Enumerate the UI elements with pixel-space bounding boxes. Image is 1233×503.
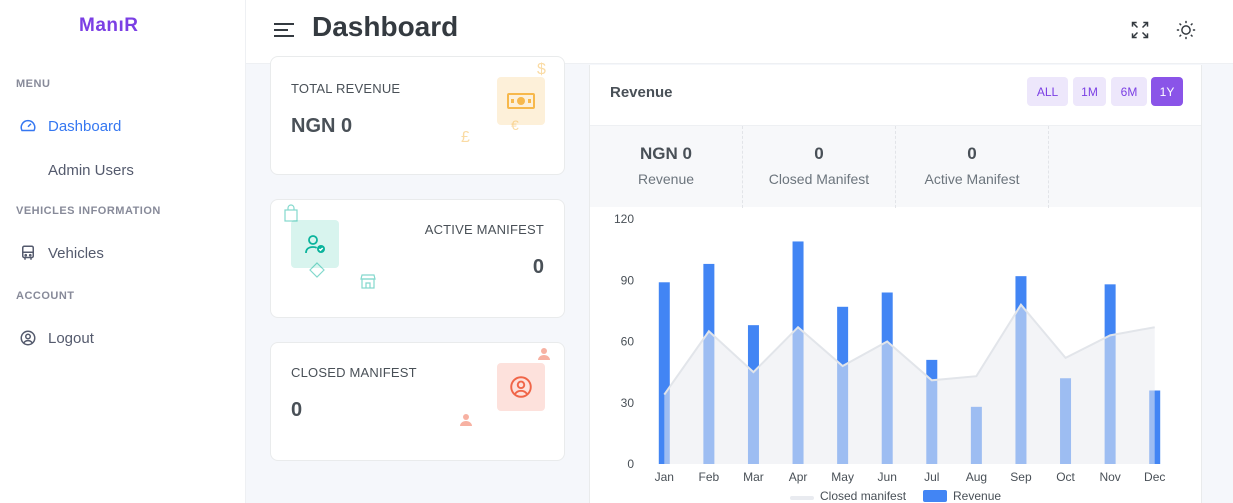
stat-value: NGN 0 (640, 144, 692, 163)
sidebar-item-label: Vehicles (48, 244, 104, 262)
sidebar-item-vehicles[interactable]: Vehicles (0, 238, 245, 268)
closed-manifest-card: CLOSED MANIFEST 0 (270, 342, 565, 461)
range-1y-button[interactable]: 1Y (1151, 77, 1183, 106)
revenue-stats: NGN 0 Revenue 0 Closed Manifest 0 Active… (590, 125, 1201, 208)
x-tick-label: Jun (878, 470, 897, 484)
x-tick-label: Aug (966, 470, 987, 484)
user-check-icon (291, 220, 339, 268)
legend-label-closed-manifest: Closed manifest (820, 489, 907, 503)
page-title: Dashboard (312, 11, 459, 42)
section-title-menu: MENU (16, 78, 51, 90)
sidebar-item-label: Logout (48, 329, 94, 347)
sidebar-item-dashboard[interactable]: Dashboard (0, 111, 245, 141)
range-1m-button[interactable]: 1M (1073, 77, 1106, 106)
app-logo[interactable]: ManıR (79, 15, 139, 37)
section-title-account: ACCOUNT (16, 290, 75, 302)
stat-value: 0 (967, 144, 977, 163)
x-tick-label: Mar (743, 470, 764, 484)
sidebar-item-label: Admin Users (48, 161, 134, 179)
euro-decoration-icon: € (511, 117, 519, 133)
sidebar-item-admin-users[interactable]: Admin Users (0, 155, 245, 185)
revenue-title: Revenue (610, 84, 673, 101)
person-decoration-icon (537, 347, 551, 366)
card-label: ACTIVE MANIFEST (424, 222, 544, 237)
stat-label: Closed Manifest (768, 171, 870, 187)
stat-label: Revenue (637, 171, 695, 187)
x-tick-label: Jan (655, 470, 674, 484)
card-value: 0 (532, 256, 544, 278)
money-icon (497, 77, 545, 125)
sidebar-item-label: Dashboard (48, 117, 122, 135)
revenue-panel: Revenue ALL 1M 6M 1Y NGN 0 Revenue 0 Clo… (589, 65, 1202, 503)
y-tick-label: 0 (627, 457, 634, 471)
stat-closed-manifest: 0 Closed Manifest (743, 126, 896, 208)
legend-marker-closed-manifest (790, 496, 814, 500)
total-revenue-card: TOTAL REVENUE NGN 0 $ £ € (270, 56, 565, 175)
range-all-button[interactable]: ALL (1027, 77, 1068, 106)
sidebar-item-logout[interactable]: Logout (0, 323, 245, 353)
stat-value: 0 (814, 144, 824, 163)
x-tick-label: Oct (1056, 470, 1075, 484)
closed-manifest-area (664, 304, 1155, 464)
card-label: CLOSED MANIFEST (291, 365, 417, 380)
x-tick-label: Sep (1010, 470, 1032, 484)
user-circle-icon (497, 363, 545, 411)
x-tick-label: Apr (789, 470, 808, 484)
y-tick-label: 30 (621, 396, 635, 410)
store-decoration-icon (359, 272, 377, 295)
card-value: NGN 0 (291, 115, 353, 137)
theme-toggle-sun-icon[interactable] (1174, 18, 1198, 42)
topbar: Dashboard (246, 0, 1233, 64)
x-tick-label: May (831, 470, 854, 484)
bag-decoration-icon (283, 204, 299, 227)
stat-label: Active Manifest (924, 171, 1020, 187)
x-tick-label: Nov (1099, 470, 1120, 484)
fullscreen-icon[interactable] (1128, 18, 1152, 42)
legend-marker-revenue (923, 490, 947, 502)
section-title-vehicles: VEHICLES INFORMATION (16, 205, 161, 217)
y-tick-label: 90 (621, 273, 635, 287)
bus-icon (18, 243, 38, 263)
x-tick-label: Jul (924, 470, 939, 484)
revenue-chart: 0 30 60 90 120 Jan Feb Mar Apr May Jun Jul Aug Sep Oct… (614, 212, 1165, 503)
card-value: 0 (291, 399, 303, 421)
person-decoration-icon (459, 413, 473, 432)
stat-revenue: NGN 0 Revenue (590, 126, 743, 208)
y-tick-label: 120 (614, 212, 634, 226)
card-label: TOTAL REVENUE (291, 81, 401, 96)
dollar-decoration-icon: $ (537, 61, 546, 78)
stat-active-manifest: 0 Active Manifest (896, 126, 1049, 208)
sidebar: ManıR MENU Dashboard Admin Users VEHICLE… (0, 0, 246, 503)
legend-label-revenue: Revenue (953, 489, 1001, 503)
pound-decoration-icon: £ (461, 129, 470, 146)
tag-decoration-icon (309, 262, 325, 283)
active-manifest-card: ACTIVE MANIFEST 0 (270, 199, 565, 318)
hamburger-menu-icon[interactable] (274, 21, 296, 39)
x-tick-label: Feb (699, 470, 720, 484)
range-6m-button[interactable]: 6M (1111, 77, 1147, 106)
y-tick-label: 60 (621, 335, 635, 349)
speedometer-icon (18, 116, 38, 136)
user-circle-icon (18, 328, 38, 348)
x-tick-label: Dec (1144, 470, 1165, 484)
